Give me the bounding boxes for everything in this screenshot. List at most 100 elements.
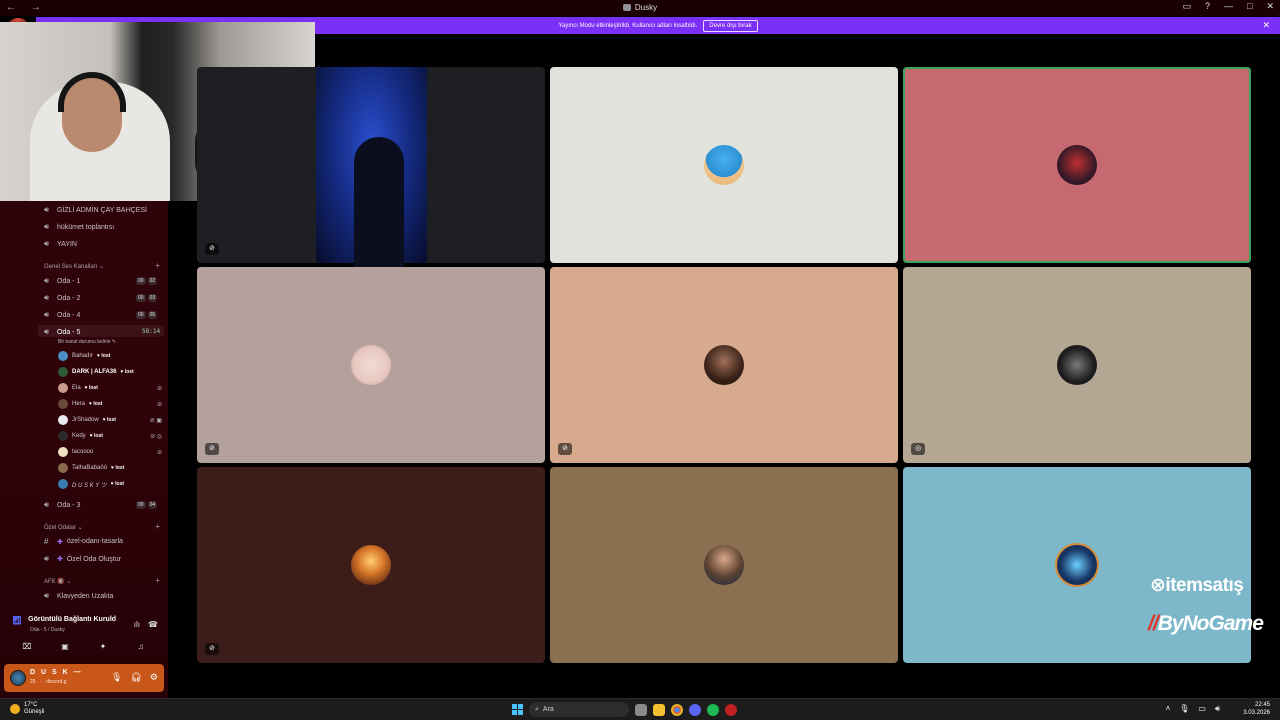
avatar <box>58 367 68 377</box>
add-channel-icon[interactable]: + <box>155 522 160 531</box>
notice-text: Yayıncı Modu etkinleştirildi. Kullanıcı … <box>558 22 698 29</box>
member-tag: ♥ lost <box>111 465 125 471</box>
member-tag: ♥ lost <box>120 369 134 375</box>
avatar <box>58 431 68 441</box>
soundboard-icon[interactable]: ♫ <box>126 642 156 654</box>
weather-widget[interactable]: 17°C Güneşli <box>10 702 44 716</box>
count-b: 03 <box>147 294 158 302</box>
help-icon[interactable]: ? <box>1205 1 1210 12</box>
maximize-button[interactable]: □ <box>1247 1 1252 12</box>
member-name: TalhaBabaöö <box>72 465 108 471</box>
set-channel-status[interactable]: Bir kanal durumu belirle ✎ <box>58 339 116 345</box>
task-view-icon[interactable] <box>635 703 647 716</box>
count-b: 02 <box>147 277 158 285</box>
video-tile-4[interactable]: ⊘ <box>197 267 545 463</box>
channel-oda-5[interactable]: 🔊︎ Oda - 5 <box>44 327 80 337</box>
video-tile-2[interactable] <box>550 67 898 263</box>
title-bar: ← → Dusky ▭ ? — □ ✕ <box>0 0 1280 16</box>
channel-label: Oda - 1 <box>57 277 81 285</box>
member-dusky[interactable]: D U S K Y ツ ♥ lost <box>58 479 166 489</box>
video-tile-5[interactable]: ⊘ <box>550 267 898 463</box>
obs-icon[interactable] <box>725 703 737 716</box>
video-tile-6[interactable]: ◎ <box>903 267 1251 463</box>
screen-share-icon[interactable]: ▣ <box>50 642 80 654</box>
member-ela[interactable]: Ela ♥ lost ⊘ <box>58 383 166 393</box>
channel-label: Oda - 5 <box>57 328 81 336</box>
discord-icon[interactable] <box>689 703 701 716</box>
notice-close-icon[interactable]: ✕ <box>1262 20 1270 31</box>
speaker-icon: 🔊︎ <box>44 222 50 231</box>
headphones-icon[interactable]: 🎧︎ <box>130 672 141 683</box>
add-channel-icon[interactable]: + <box>155 261 160 270</box>
channel-ozel-odani-tasarla[interactable]: # ✚ özel-odanı-tasarla <box>44 537 123 546</box>
member-tacoooo[interactable]: tacoooo ⊘ <box>58 447 166 457</box>
camera-off-icon[interactable]: ⌧ <box>12 642 42 654</box>
user-panel: D U S K — 25 · · · discord.g 🎙︎ 🎧︎ ⚙ <box>4 664 164 692</box>
member-bahadir[interactable]: Bahadır ♥ lost <box>58 351 166 361</box>
member-kedy[interactable]: Kedy ♥ lost ⊘ ◎ <box>58 431 166 441</box>
channel-hukumet[interactable]: 🔊︎ hükümet toplantısı <box>44 222 114 232</box>
speaker-icon: 🔊︎ <box>44 327 50 336</box>
channel-oda-1[interactable]: 🔊︎ Oda - 1 <box>44 276 80 286</box>
member-jrshadow[interactable]: JrShadow ♥ lost ⊘ ▣ <box>58 415 166 425</box>
category-private[interactable]: Özel Odalar ⌄ <box>44 524 83 531</box>
channel-gizli-admin[interactable]: 🔊︎ GİZLİ ADMİN ÇAY BAHÇESİ <box>44 205 147 215</box>
channel-ozel-oda-olustur[interactable]: 🔊︎ ✚ Özel Oda Oluştur <box>44 554 121 564</box>
activities-icon[interactable]: ✦ <box>88 642 118 654</box>
add-channel-icon[interactable]: + <box>155 576 160 585</box>
mic-icon[interactable]: 🎙︎ <box>111 672 122 683</box>
chevron-up-icon[interactable]: ˄ <box>1166 704 1171 714</box>
voice-channel-path[interactable]: Oda - 5 / Dusky <box>30 627 65 633</box>
voice-actions: ılı ☎ <box>134 620 158 629</box>
category-general-voice[interactable]: Genel Ses Kanalları ⌄ <box>44 263 104 270</box>
member-dark-alfa[interactable]: DARK | ALFA36 ♥ lost <box>58 367 166 377</box>
voice-connection-panel: 📶︎ Görüntülü Bağlantı Kuruld Oda - 5 / Du… <box>4 614 164 664</box>
file-explorer-icon[interactable] <box>653 703 665 716</box>
volume-icon[interactable]: 🔊︎ <box>1215 704 1220 714</box>
avatar <box>351 545 391 585</box>
channel-label: GİZLİ ADMİN ÇAY BAHÇESİ <box>57 206 147 214</box>
taskbar-search[interactable]: ⌕ Ara <box>529 702 629 717</box>
avatar <box>1057 145 1097 185</box>
minimize-button[interactable]: — <box>1224 1 1233 12</box>
member-name: Bahadır <box>72 353 94 359</box>
camera-figure <box>354 137 404 267</box>
avatar[interactable] <box>10 670 26 686</box>
video-tile-8[interactable] <box>550 467 898 663</box>
channel-oda-4[interactable]: 🔊︎ Oda - 4 <box>44 310 80 320</box>
speaker-icon: 🔊︎ <box>44 554 50 563</box>
username[interactable]: D U S K — <box>30 669 83 676</box>
disconnect-icon[interactable]: ☎ <box>148 620 158 629</box>
member-hera[interactable]: Hera ♥ lost ⊘ <box>58 399 166 409</box>
voice-buttons: ⌧ ▣ ✦ ♫ <box>8 642 160 654</box>
window-title-text: Dusky <box>634 3 658 12</box>
channel-yayin[interactable]: 🔊︎ YAYIN <box>44 239 77 249</box>
spotify-icon[interactable] <box>707 703 719 716</box>
avatar <box>704 345 744 385</box>
close-button[interactable]: ✕ <box>1266 1 1274 12</box>
voice-status[interactable]: 📶︎ Görüntülü Bağlantı Kuruld <box>12 616 116 625</box>
disable-streamer-mode-button[interactable]: Devre dışı bırak <box>703 19 758 32</box>
channel-oda-2[interactable]: 🔊︎ Oda - 2 <box>44 293 80 303</box>
windows-start-icon[interactable] <box>512 704 523 715</box>
discord-window: ← → Dusky ▭ ? — □ ✕ Yayıncı Modu etkinle… <box>0 0 1280 720</box>
clock[interactable]: 22:45 3.03.2026 <box>1243 701 1270 717</box>
mic-muted-icon: ⊘ <box>205 443 219 455</box>
channel-klavyeden-uzakta[interactable]: 🔊︎ Klavyeden Uzakta <box>44 591 113 601</box>
network-icon[interactable]: ▭ <box>1198 704 1206 714</box>
chrome-icon[interactable] <box>671 703 683 716</box>
channel-oda-3[interactable]: 🔊︎ Oda - 3 <box>44 500 80 510</box>
noise-suppression-icon[interactable]: ılı <box>134 620 140 629</box>
mic-tray-icon[interactable]: 🎙︎ <box>1179 704 1189 714</box>
mic-deafened-icon: ⊘ ◎ <box>150 433 162 440</box>
inbox-icon[interactable]: ▭ <box>1182 1 1191 12</box>
member-name: D U S K Y ツ <box>72 482 107 489</box>
category-label: AFK 🔇 <box>44 579 65 585</box>
gear-icon[interactable]: ⚙ <box>150 672 158 683</box>
plus-icon: ✚ <box>57 556 63 563</box>
member-talhababa[interactable]: TalhaBabaöö ♥ lost <box>58 463 166 473</box>
mic-muted-icon: ⊘ <box>558 443 572 455</box>
category-afk[interactable]: AFK 🔇 ⌄ <box>44 578 72 585</box>
video-tile-7[interactable]: ⊘ <box>197 467 545 663</box>
video-tile-3[interactable] <box>903 67 1251 263</box>
